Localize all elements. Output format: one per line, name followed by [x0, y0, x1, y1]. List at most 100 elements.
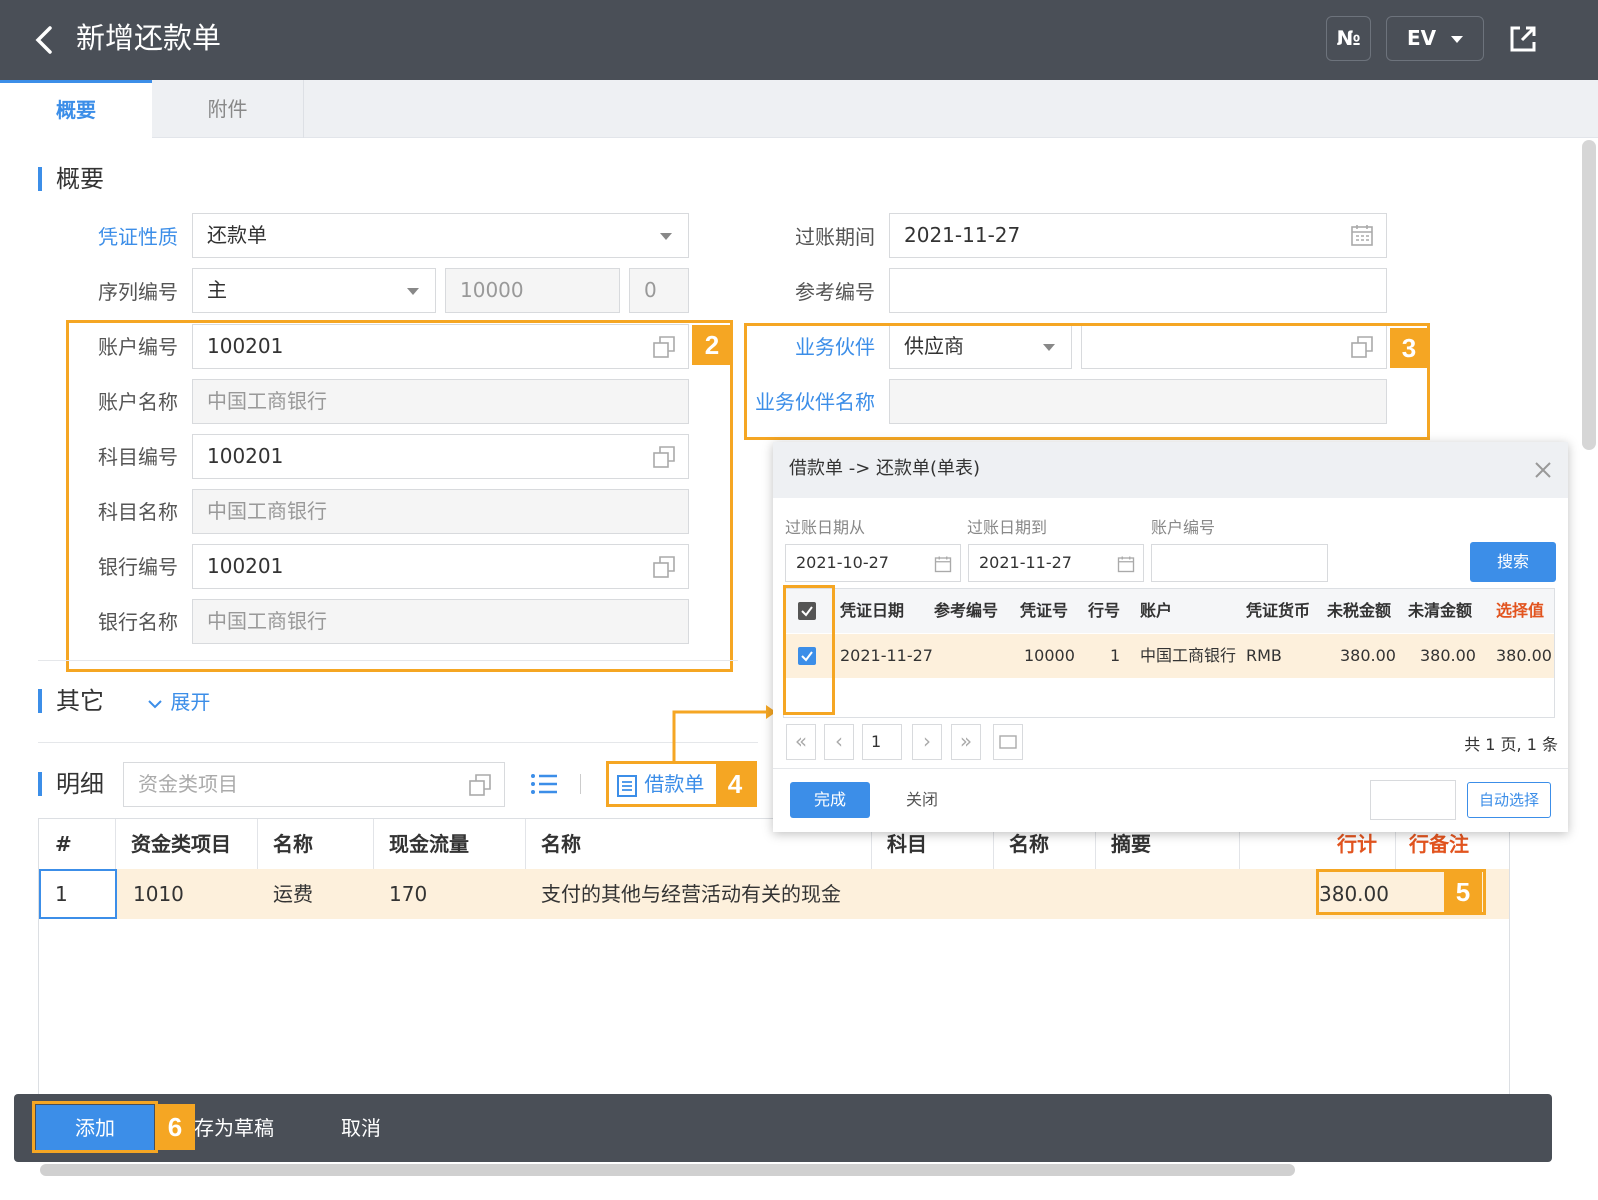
callout-6: 6	[155, 1104, 195, 1150]
col-sep	[257, 819, 258, 869]
voucher-type-select[interactable]: 还款单	[192, 213, 689, 258]
reference-field[interactable]	[889, 268, 1387, 313]
serial-select[interactable]: 主	[192, 268, 436, 313]
divider	[38, 660, 738, 661]
posting-period-label: 过账期间	[795, 225, 875, 249]
dialog-table-row[interactable]: 2021-11-27 10000 1 中国工商银行 RMB 380.00 380…	[784, 634, 1554, 678]
callout-3: 3	[1390, 328, 1428, 368]
chevron-down-icon	[660, 233, 672, 240]
row-fund-cell[interactable]: 1010	[133, 869, 184, 919]
horizontal-scrollbar[interactable]	[40, 1164, 1295, 1176]
serial-suffix-field: 0	[629, 268, 689, 313]
dialog-table: 凭证日期 参考编号 凭证号 行号 账户 凭证货币 未税金额 未清金额 选择值 2…	[783, 588, 1555, 718]
calendar-icon[interactable]	[1350, 223, 1374, 247]
last-page-button[interactable]: »	[951, 724, 981, 760]
voucher-type-label: 凭证性质	[98, 225, 178, 249]
page-info: 共 1 页, 1 条	[1464, 735, 1558, 754]
dcol-selected: 选择值	[1496, 601, 1545, 620]
col-sep	[373, 819, 374, 869]
col-sep	[525, 819, 526, 869]
page-input[interactable]: 1	[862, 724, 902, 760]
next-page-button[interactable]: ›	[912, 724, 942, 760]
drow-selected[interactable]: 380.00	[1496, 634, 1552, 678]
dcol-line: 行号	[1088, 601, 1121, 620]
chevron-down-icon	[148, 699, 162, 708]
list-icon[interactable]	[530, 772, 558, 796]
serial-value: 主	[207, 278, 227, 302]
drow-open: 380.00	[1420, 646, 1476, 665]
close-icon[interactable]	[1533, 460, 1553, 480]
divider	[38, 742, 758, 743]
row-name-cell[interactable]: 运费	[273, 869, 313, 919]
dcol-account: 账户	[1140, 601, 1173, 620]
back-arrow-icon[interactable]	[28, 22, 64, 58]
share-icon[interactable]	[1508, 24, 1538, 54]
drow-line: 1	[1110, 646, 1121, 665]
dcol-currency: 凭证货币	[1246, 601, 1311, 620]
date-from-value: 2021-10-27	[796, 553, 889, 572]
loan-selection-dialog: 借款单 -> 还款单(单表) 过账日期从 过账日期到 账户编号 2021-10-…	[773, 442, 1568, 832]
callout-arrow	[672, 705, 776, 764]
dcol-open: 未清金额	[1408, 601, 1473, 620]
close-button[interactable]: 关闭	[892, 782, 952, 818]
page-size-button[interactable]	[993, 724, 1023, 760]
loan-button-label: 借款单	[644, 772, 705, 796]
row-cf-name-cell[interactable]: 支付的其他与经营活动有关的现金	[541, 869, 841, 919]
col-header-no: #	[55, 832, 72, 856]
drow-pretax: 380.00	[1340, 646, 1396, 665]
prev-page-button[interactable]: ‹	[824, 724, 854, 760]
date-to-value: 2021-11-27	[979, 553, 1072, 572]
page-title: 新增还款单	[76, 21, 222, 55]
date-from-label: 过账日期从	[785, 518, 866, 537]
calendar-icon[interactable]	[1117, 555, 1135, 573]
fund-item-field[interactable]: 资金类项目	[123, 762, 505, 807]
date-to-label: 过账日期到	[967, 518, 1048, 537]
date-to-field[interactable]: 2021-11-27	[968, 544, 1144, 582]
drow-date: 2021-11-27	[840, 646, 933, 665]
posting-period-value: 2021-11-27	[904, 223, 1021, 247]
ev-dropdown-button[interactable]: EV	[1386, 16, 1484, 61]
ev-label: EV	[1406, 26, 1437, 50]
expand-toggle[interactable]: 展开	[146, 688, 210, 716]
fund-item-placeholder: 资金类项目	[138, 772, 238, 796]
callout-box-add	[32, 1101, 158, 1153]
callout-4: 4	[716, 764, 754, 804]
auto-select-button[interactable]: 自动选择	[1467, 782, 1551, 818]
number-button[interactable]: №	[1326, 16, 1371, 61]
dialog-account-field[interactable]	[1151, 544, 1328, 582]
posting-period-field[interactable]: 2021-11-27	[889, 213, 1387, 258]
callout-box-partner	[744, 323, 1430, 440]
page-scrollbar[interactable]	[1582, 140, 1596, 450]
search-button[interactable]: 搜索	[1470, 542, 1556, 582]
chevron-down-icon	[1451, 36, 1464, 43]
row-cashflow-cell[interactable]: 170	[389, 869, 427, 919]
done-button[interactable]: 完成	[790, 782, 870, 818]
section-title-detail: 明细	[38, 769, 104, 799]
tab-summary[interactable]: 概要	[0, 80, 152, 138]
number-label: №	[1336, 26, 1361, 50]
dcol-voucher: 凭证号	[1020, 601, 1069, 620]
dialog-title: 借款单 -> 还款单(单表)	[789, 458, 981, 479]
serial-number-field: 10000	[445, 268, 620, 313]
loan-button[interactable]: 借款单	[616, 768, 704, 800]
tab-attachments[interactable]: 附件	[152, 80, 304, 138]
first-page-button[interactable]: «	[786, 724, 816, 760]
drow-account: 中国工商银行	[1140, 646, 1237, 665]
chevron-down-icon	[407, 288, 419, 295]
tab-bar: 概要 附件	[0, 80, 1598, 138]
section-title-other: 其它	[38, 686, 104, 716]
reference-label: 参考编号	[795, 280, 875, 304]
dcol-date: 凭证日期	[840, 601, 905, 620]
date-from-field[interactable]: 2021-10-27	[785, 544, 961, 582]
col-header-cashflow: 现金流量	[389, 832, 469, 856]
cancel-button[interactable]: 取消	[324, 1105, 398, 1151]
table-row[interactable]: 1 1010 运费 170 支付的其他与经营活动有关的现金 380.00	[39, 869, 1509, 919]
callout-box-account	[66, 320, 733, 672]
save-draft-button[interactable]: 存为草稿	[184, 1105, 284, 1151]
col-sep	[115, 819, 116, 869]
auto-select-input[interactable]	[1370, 780, 1456, 820]
calendar-icon[interactable]	[934, 555, 952, 573]
dcol-pretax: 未税金额	[1327, 601, 1392, 620]
row-no-cell[interactable]: 1	[39, 869, 117, 919]
lookup-icon[interactable]	[468, 773, 492, 797]
